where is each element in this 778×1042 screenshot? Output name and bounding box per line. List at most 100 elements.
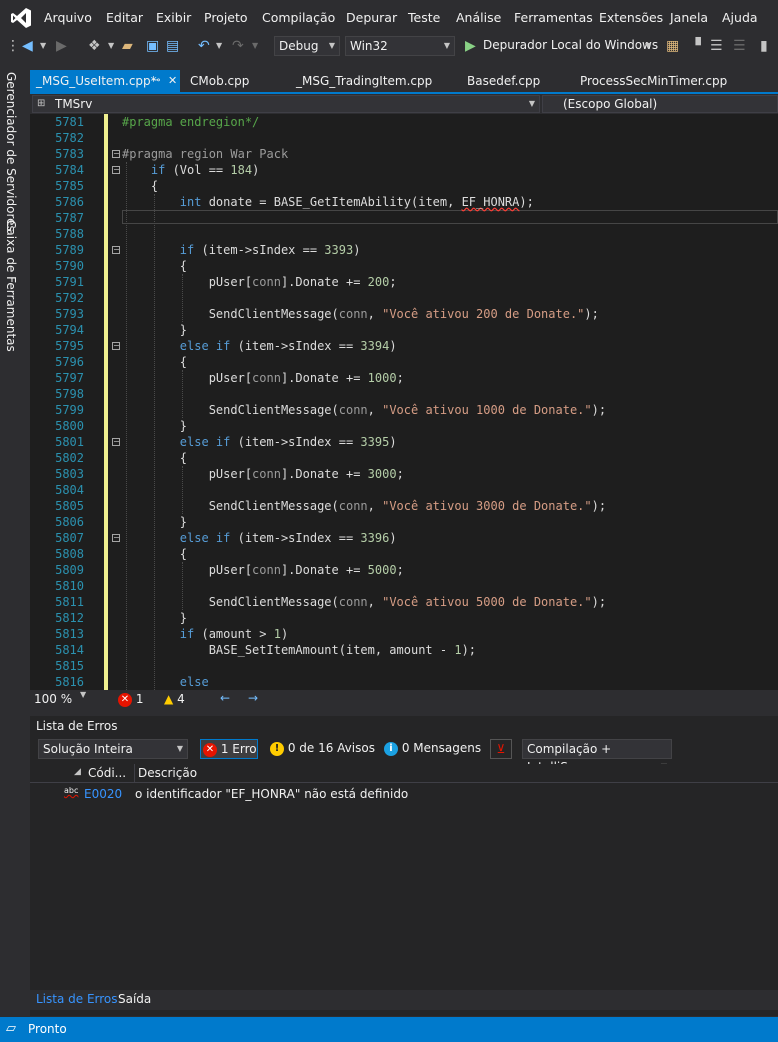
fold-toggle[interactable]: − bbox=[112, 438, 120, 446]
line-number: 5801 bbox=[55, 435, 84, 449]
intellisense-error-icon: abc bbox=[64, 786, 79, 795]
line-number: 5787 bbox=[55, 211, 84, 225]
menu-janela[interactable]: Janela bbox=[670, 10, 708, 25]
line-number: 5791 bbox=[55, 275, 84, 289]
tab-basedef[interactable]: Basedef.cpp bbox=[467, 70, 540, 92]
debugger-button-label[interactable]: Depurador Local do Windows bbox=[483, 38, 658, 52]
change-tracking-bar bbox=[104, 114, 108, 690]
menu-ajuda[interactable]: Ajuda bbox=[722, 10, 758, 25]
tab-output[interactable]: Saída bbox=[118, 992, 151, 1006]
menu-compilacao[interactable]: Compilação bbox=[262, 10, 335, 25]
dropdown-arrow-icon[interactable]: ▼ bbox=[216, 37, 222, 55]
close-icon[interactable]: ✕ bbox=[168, 70, 177, 92]
error-code-link[interactable]: E0020 bbox=[84, 787, 122, 801]
dropdown-arrow-icon[interactable]: ▼ bbox=[108, 37, 114, 55]
menu-depurar[interactable]: Depurar bbox=[346, 10, 397, 25]
line-number: 5802 bbox=[55, 451, 84, 465]
platform-select[interactable]: Win32 ▼ bbox=[345, 36, 455, 56]
bottom-tabs: Lista de Erros Saída bbox=[30, 990, 778, 1010]
previous-issue-icon[interactable]: ← bbox=[220, 691, 230, 705]
chevron-down-icon: ▼ bbox=[328, 41, 335, 50]
tab-error-list[interactable]: Lista de Erros bbox=[36, 992, 118, 1006]
line-number: 5790 bbox=[55, 259, 84, 273]
zoom-level[interactable]: 100 % bbox=[34, 692, 72, 706]
menu-teste[interactable]: Teste bbox=[408, 10, 440, 25]
dropdown-arrow-icon[interactable]: ▼ bbox=[40, 37, 46, 55]
server-explorer-tab[interactable]: Gerenciador de Servidores bbox=[4, 72, 18, 232]
fold-toggle[interactable]: − bbox=[112, 150, 120, 158]
fold-toggle[interactable]: − bbox=[112, 166, 120, 174]
toolbox-tab[interactable]: Caixa de Ferramentas bbox=[4, 220, 18, 352]
build-filter-select[interactable]: Compilação + IntelliSens ▼ bbox=[522, 739, 672, 774]
menu-editar[interactable]: Editar bbox=[106, 10, 143, 25]
fold-toggle[interactable]: − bbox=[112, 246, 120, 254]
menu-extensoes[interactable]: Extensões bbox=[599, 10, 663, 25]
line-number: 5816 bbox=[55, 675, 84, 689]
tab-processsecmintimer[interactable]: ProcessSecMinTimer.cpp bbox=[580, 70, 727, 92]
error-description: o identificador "EF_HONRA" não está defi… bbox=[135, 787, 409, 801]
code-line: else bbox=[179, 675, 209, 689]
pin-icon[interactable]: ⊸ bbox=[152, 70, 160, 92]
warning-count: 4 bbox=[177, 692, 185, 706]
error-icon: ✕ bbox=[118, 692, 132, 707]
grip-icon: ⋮ bbox=[6, 38, 20, 54]
menu-arquivo[interactable]: Arquivo bbox=[44, 10, 92, 25]
column-description-header[interactable]: Descrição bbox=[138, 766, 197, 780]
code-editor[interactable]: 5781 5782 5783 5784 5785 5786 5787 5788 5789 5790… bbox=[30, 114, 778, 690]
tab-msg-useitem[interactable]: _MSG_UseItem.cpp* ⊸ ✕ bbox=[30, 70, 180, 92]
menu-analise[interactable]: Análise bbox=[456, 10, 501, 25]
column-code-header[interactable]: Códi... bbox=[88, 766, 126, 780]
save-all-icon[interactable]: ▤ bbox=[166, 37, 179, 55]
save-icon[interactable]: ▣ bbox=[146, 37, 159, 55]
outdent-icon[interactable]: ☰ bbox=[733, 37, 746, 55]
code-line: pUser[conn].Donate += 200; bbox=[122, 275, 397, 289]
chevron-down-icon[interactable]: ▼ bbox=[80, 690, 86, 699]
line-number: 5800 bbox=[55, 419, 84, 433]
tab-msg-tradingitem[interactable]: _MSG_TradingItem.cpp bbox=[296, 70, 432, 92]
clear-filter-icon[interactable]: ⊻ bbox=[490, 739, 512, 759]
menu-ferramentas[interactable]: Ferramentas bbox=[514, 10, 593, 25]
next-issue-icon[interactable]: → bbox=[248, 691, 258, 705]
warnings-filter-button[interactable]: ! 0 de 16 Avisos bbox=[270, 739, 375, 759]
errors-filter-button[interactable]: ✕ 1 Erro bbox=[200, 739, 258, 759]
code-line: } bbox=[122, 515, 188, 529]
new-project-icon[interactable]: ❖ bbox=[88, 37, 101, 55]
undo-icon[interactable]: ↶ bbox=[198, 37, 210, 55]
menu-exibir[interactable]: Exibir bbox=[156, 10, 191, 25]
start-debugging-icon[interactable]: ▶ bbox=[465, 37, 476, 55]
warnings-filter-label: 0 de 16 Avisos bbox=[287, 741, 375, 755]
chevron-down-icon: ▼ bbox=[443, 41, 450, 50]
error-row[interactable]: abc E0020 o identificador "EF_HONRA" não… bbox=[30, 786, 778, 802]
error-indicator[interactable]: ✕ 1 bbox=[118, 692, 143, 707]
messages-filter-button[interactable]: i 0 Mensagens bbox=[384, 739, 481, 759]
indent-icon[interactable]: ☰ bbox=[710, 37, 723, 55]
warning-indicator[interactable]: ▲ 4 bbox=[164, 692, 185, 706]
open-folder-icon[interactable]: ▰ bbox=[122, 37, 133, 55]
column-divider[interactable] bbox=[134, 764, 135, 782]
dropdown-arrow-icon[interactable]: ▼ bbox=[252, 37, 258, 55]
project-scope-select[interactable]: ⊞ TMSrv ▼ bbox=[32, 95, 540, 113]
status-icon: ▱ bbox=[6, 1021, 16, 1036]
line-number: 5810 bbox=[55, 579, 84, 593]
global-scope-select[interactable]: (Escopo Global) bbox=[542, 95, 778, 113]
tab-cmob[interactable]: CMob.cpp bbox=[190, 70, 249, 92]
side-rail: Gerenciador de Servidores Caixa de Ferra… bbox=[0, 68, 24, 716]
fold-toggle[interactable]: − bbox=[112, 342, 120, 350]
browser-link-icon[interactable]: ▦ bbox=[666, 37, 679, 55]
line-number: 5786 bbox=[55, 195, 84, 209]
forward-icon[interactable]: ▶ bbox=[56, 37, 67, 55]
code-line: } bbox=[122, 323, 188, 337]
more-icon[interactable]: ▮ bbox=[760, 37, 768, 55]
menu-projeto[interactable]: Projeto bbox=[204, 10, 248, 25]
back-icon[interactable]: ◀ bbox=[22, 37, 33, 55]
dropdown-arrow-icon[interactable]: ▼ bbox=[645, 37, 651, 55]
editor-status-strip: 100 % ▼ ✕ 1 ▲ 4 ← → bbox=[30, 690, 778, 708]
code-line: pUser[conn].Donate += 3000; bbox=[122, 467, 404, 481]
redo-icon[interactable]: ↷ bbox=[232, 37, 244, 55]
line-number: 5789 bbox=[55, 243, 84, 257]
fold-toggle[interactable]: − bbox=[112, 534, 120, 542]
configuration-select[interactable]: Debug ▼ bbox=[274, 36, 340, 56]
toolbar-icon[interactable]: ▝ bbox=[690, 37, 701, 55]
errors-filter-label: 1 Erro bbox=[220, 742, 257, 756]
scope-filter-select[interactable]: Solução Inteira ▼ bbox=[38, 739, 188, 759]
